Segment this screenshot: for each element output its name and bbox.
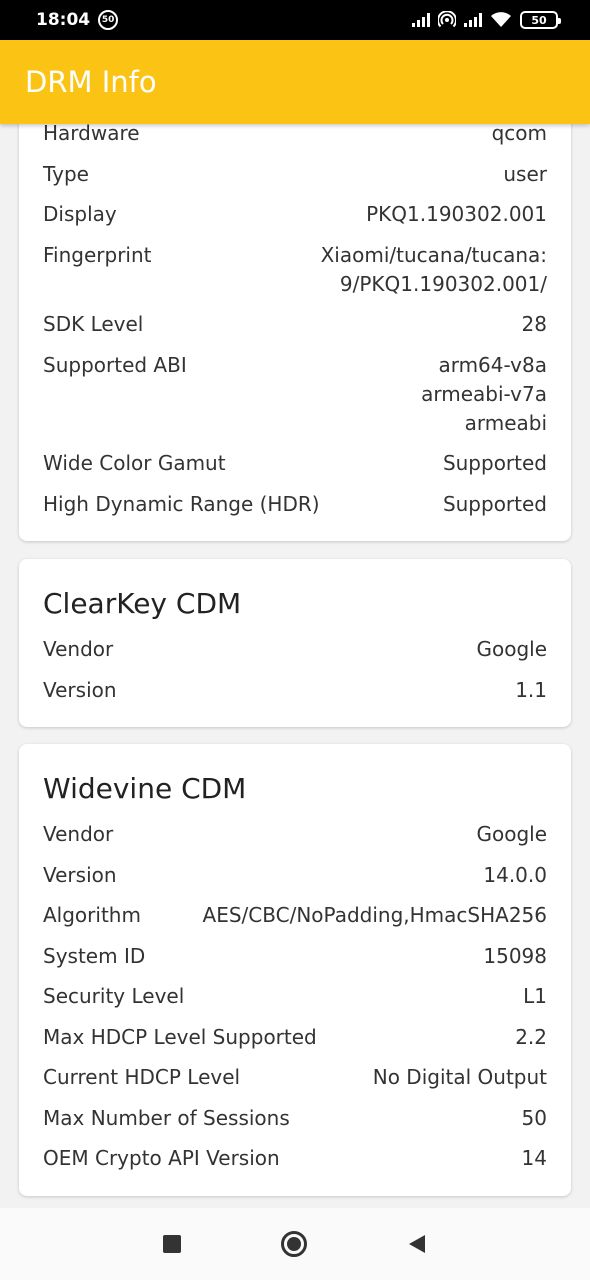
row-value: Xiaomi/tucana/tucana: 9/PKQ1.190302.001/	[321, 241, 547, 299]
row-label: SDK Level	[43, 312, 144, 336]
wifi-icon	[491, 12, 511, 27]
hotspot-icon	[438, 11, 456, 28]
row-value: AES/CBC/NoPadding,HmacSHA256	[202, 903, 547, 927]
card-title: Widevine CDM	[43, 772, 247, 805]
row-value: user	[503, 162, 547, 186]
row-label: Version	[43, 863, 117, 887]
row-value: Google	[476, 637, 547, 661]
battery-icon: 50	[520, 11, 561, 29]
row-value-line: 9/PKQ1.190302.001/	[339, 272, 547, 296]
status-bar: 18:04 50 50	[0, 0, 590, 40]
row-label: Algorithm	[43, 903, 141, 927]
row-label: Display	[43, 202, 117, 226]
status-time: 18:04	[36, 10, 91, 30]
row-value-line: armeabi-v7a	[421, 382, 547, 406]
square-recents-icon	[163, 1235, 181, 1253]
row-label: Fingerprint	[43, 243, 152, 267]
row-value: Google	[476, 822, 547, 846]
row-value-line: Xiaomi/tucana/tucana:	[320, 243, 547, 267]
row-value: 1.1	[515, 678, 547, 702]
card-title: ClearKey CDM	[43, 587, 242, 620]
widevine-cdm-card: Widevine CDM Vendor Google Version 14.0.…	[19, 744, 571, 1196]
device-info-card: Hardware qcom Type user Display PKQ1.190…	[19, 124, 571, 541]
row-value: Supported	[442, 451, 547, 475]
row-value: 2.2	[515, 1025, 547, 1049]
row-value: qcom	[491, 124, 547, 145]
row-value: 15098	[483, 944, 547, 968]
row-label: Vendor	[43, 637, 114, 661]
circle-home-icon	[281, 1231, 307, 1257]
row-value: No Digital Output	[372, 1065, 547, 1089]
row-value: arm64-v8a armeabi-v7a armeabi	[421, 351, 547, 438]
back-button[interactable]	[402, 1230, 430, 1258]
home-button[interactable]	[280, 1230, 308, 1258]
row-label: Vendor	[43, 822, 114, 846]
cell-signal-icon	[412, 13, 430, 27]
row-label: Max Number of Sessions	[43, 1106, 290, 1130]
row-label: Hardware	[43, 124, 140, 145]
row-label: OEM Crypto API Version	[43, 1146, 280, 1170]
system-nav-bar	[0, 1208, 590, 1280]
app-bar: DRM Info	[0, 40, 590, 124]
row-label: Supported ABI	[43, 353, 187, 377]
recents-button[interactable]	[158, 1230, 186, 1258]
row-value: 50	[521, 1106, 547, 1130]
row-value: 14	[521, 1146, 547, 1170]
row-value: 14.0.0	[483, 863, 547, 887]
row-label: Wide Color Gamut	[43, 451, 226, 475]
row-label: Version	[43, 678, 117, 702]
row-value-line: armeabi	[464, 411, 547, 435]
row-label: Security Level	[43, 984, 185, 1008]
row-value-line: arm64-v8a	[438, 353, 547, 377]
status-icons: 50	[412, 11, 561, 29]
row-value: PKQ1.190302.001	[366, 202, 547, 226]
scroll-content[interactable]: Hardware qcom Type user Display PKQ1.190…	[0, 124, 590, 1208]
row-value: L1	[523, 984, 547, 1008]
row-label: Type	[43, 162, 89, 186]
row-value: Supported	[442, 492, 547, 516]
cell-signal-2-icon	[464, 13, 482, 27]
notification-badge-icon: 50	[98, 10, 119, 30]
triangle-back-icon	[409, 1235, 425, 1253]
row-label: System ID	[43, 944, 146, 968]
app-title: DRM Info	[25, 65, 157, 99]
row-label: Max HDCP Level Supported	[43, 1025, 317, 1049]
row-value: 28	[521, 312, 547, 336]
row-label: Current HDCP Level	[43, 1065, 241, 1089]
row-label: High Dynamic Range (HDR)	[43, 492, 320, 516]
clearkey-cdm-card: ClearKey CDM Vendor Google Version 1.1	[19, 559, 571, 727]
